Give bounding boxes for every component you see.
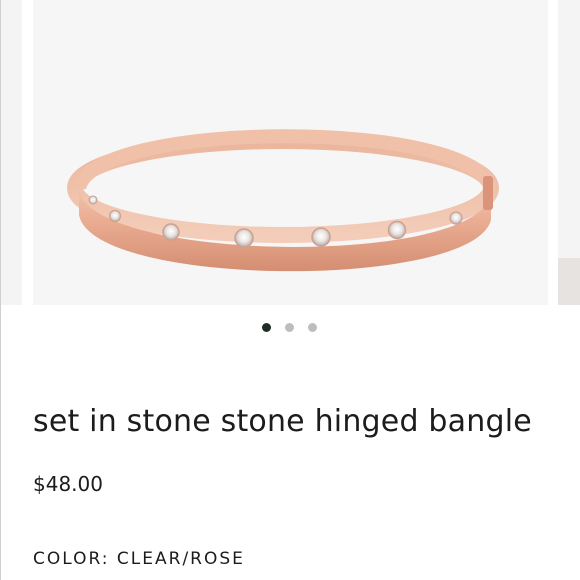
color-value: CLEAR/ROSE [116, 549, 245, 569]
product-title: set in stone stone hinged bangle [33, 404, 532, 439]
product-price: $48.00 [33, 472, 103, 496]
color-selection: COLOR: CLEAR/ROSE [33, 549, 245, 569]
gallery-pagination [0, 323, 580, 337]
pagination-dot-3[interactable] [307, 323, 317, 332]
color-label: COLOR: [33, 549, 110, 569]
pagination-dot-2[interactable] [284, 323, 294, 332]
previous-image-peek[interactable] [0, 0, 22, 305]
left-border [0, 0, 1, 580]
pagination-dot-1[interactable] [261, 323, 271, 332]
bangle-image [67, 129, 499, 272]
product-image-gallery[interactable] [33, 0, 548, 305]
next-image-peek-shadow [558, 258, 580, 305]
